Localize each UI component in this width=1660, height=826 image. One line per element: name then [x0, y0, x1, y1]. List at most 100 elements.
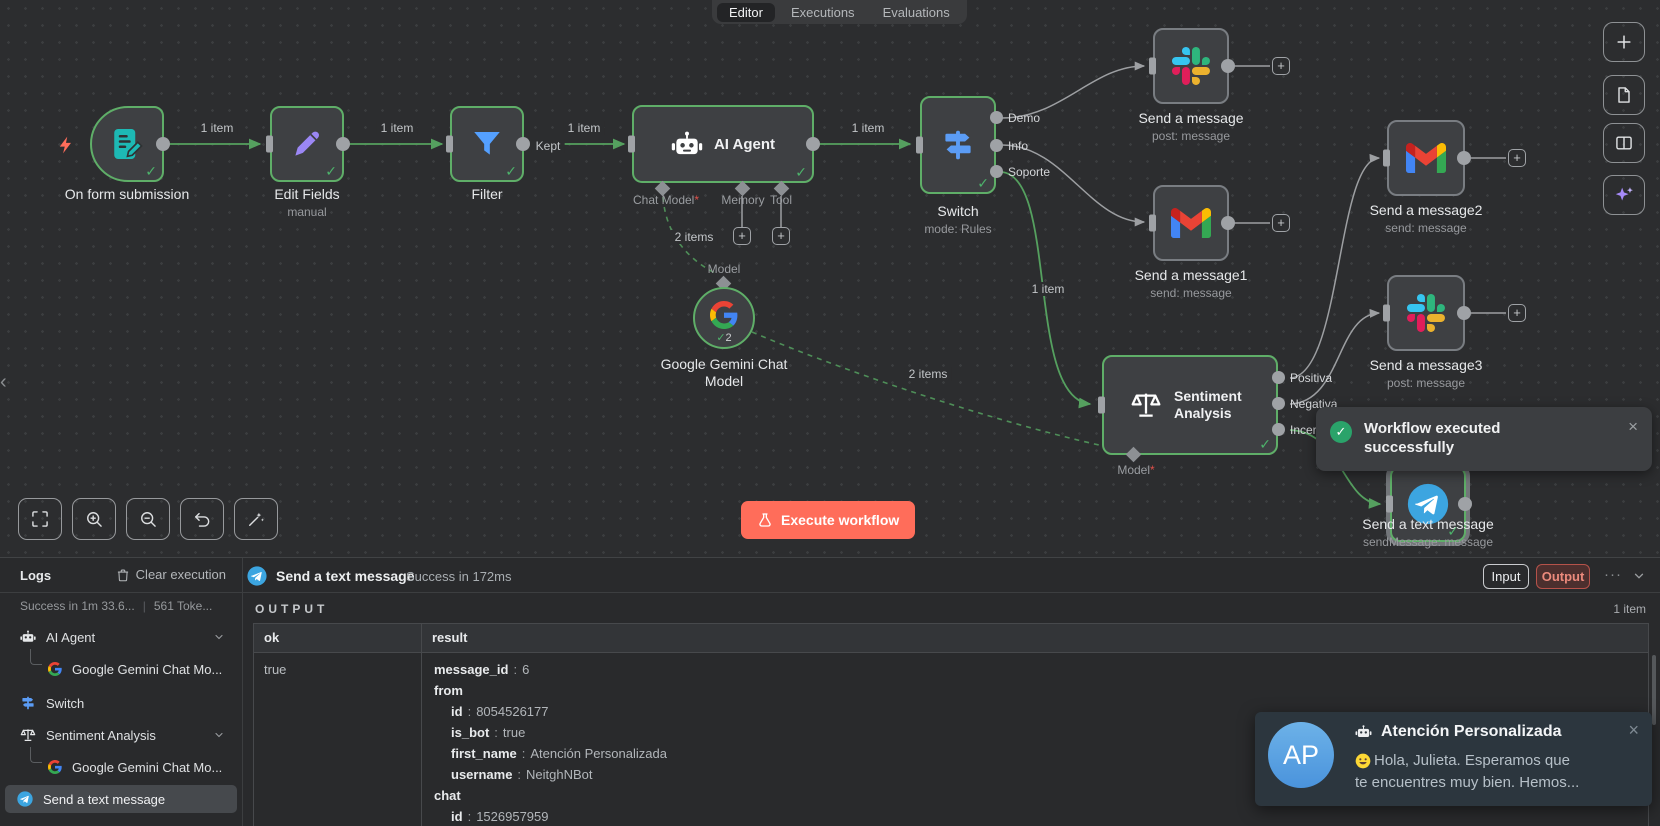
- input-connector[interactable]: [916, 136, 923, 154]
- add-node-button[interactable]: +: [1508, 149, 1526, 167]
- output-tab-button[interactable]: Output: [1536, 564, 1590, 589]
- node-switch[interactable]: [916, 96, 996, 194]
- close-icon[interactable]: ×: [1628, 720, 1639, 741]
- sticky-note-button[interactable]: [1603, 75, 1645, 115]
- add-memory-button[interactable]: +: [733, 227, 751, 245]
- input-connector[interactable]: [1149, 57, 1156, 75]
- input-connector[interactable]: [628, 135, 635, 153]
- execute-workflow-button[interactable]: Execute workflow: [741, 501, 916, 539]
- success-check-icon: ✓: [1330, 421, 1352, 443]
- output-connector-incer[interactable]: [1272, 423, 1285, 436]
- output-connector[interactable]: [1457, 306, 1471, 320]
- zoom-out-button[interactable]: [126, 498, 170, 540]
- token-count: 561 Toke...: [153, 599, 213, 613]
- log-row-gemini-2[interactable]: Google Gemini Chat Mo...: [0, 747, 243, 781]
- signpost-icon: [945, 130, 971, 160]
- zoom-to-fit-button[interactable]: [18, 498, 62, 540]
- node-edit-fields[interactable]: [266, 106, 350, 182]
- log-row-ai-agent[interactable]: AI Agent: [0, 623, 243, 651]
- add-tool-button[interactable]: +: [772, 227, 790, 245]
- node-sentiment-analysis[interactable]: Sentiment Analysis: [1098, 355, 1278, 455]
- input-connector[interactable]: [1149, 214, 1156, 232]
- trigger-bolt-icon: [59, 136, 71, 154]
- input-connector[interactable]: [1383, 149, 1390, 167]
- output-connector[interactable]: [1221, 59, 1235, 73]
- run-panel-node-title: Send a text message: [276, 568, 415, 584]
- node-send-a-message[interactable]: [1149, 28, 1235, 104]
- run-count-value: 2: [725, 332, 732, 344]
- input-connector[interactable]: [1386, 495, 1393, 513]
- more-options-icon[interactable]: [1604, 566, 1622, 583]
- output-connector[interactable]: [1221, 216, 1235, 230]
- chevron-down-icon[interactable]: [1632, 569, 1646, 583]
- output-connector-negativa[interactable]: [1272, 397, 1285, 410]
- add-node-button[interactable]: +: [1508, 304, 1526, 322]
- node-send-a-message1[interactable]: [1149, 185, 1235, 261]
- node-send-a-message2[interactable]: [1383, 120, 1471, 196]
- success-check-icon: [505, 163, 517, 180]
- output-connector[interactable]: [1457, 151, 1471, 165]
- toggle-panel-button[interactable]: [1603, 123, 1645, 163]
- output-connector[interactable]: [156, 137, 170, 151]
- node-google-gemini-chat-model[interactable]: ✓2: [693, 287, 755, 349]
- funnel-icon: [474, 131, 500, 155]
- node-filter[interactable]: [446, 106, 530, 182]
- chevron-down-icon[interactable]: [213, 729, 225, 741]
- edge-label: 1 item: [847, 121, 889, 135]
- tidy-up-button[interactable]: [234, 498, 278, 540]
- log-row-sentiment-analysis[interactable]: Sentiment Analysis: [0, 721, 243, 749]
- telegram-notification-popup[interactable]: AP Atención Personalizada × Hola, Juliet…: [1255, 712, 1652, 806]
- input-connector[interactable]: [1098, 396, 1105, 414]
- json-value: 1526957959: [476, 809, 549, 824]
- output-connector[interactable]: [1458, 497, 1472, 511]
- collapse-chevron-icon[interactable]: ‹: [0, 372, 7, 392]
- json-key: message_id: [434, 662, 509, 677]
- close-icon[interactable]: ×: [1628, 417, 1638, 437]
- log-row-gemini-1[interactable]: Google Gemini Chat Mo...: [0, 649, 243, 683]
- tree-elbow: [30, 747, 42, 763]
- result-row: first_name: Atención Personalizada: [451, 746, 667, 761]
- execution-summary: Success in 1m 33.6... | 561 Toke...: [20, 599, 212, 613]
- trash-icon: [117, 569, 128, 581]
- add-node-panel-button[interactable]: [1603, 22, 1645, 62]
- output-branch-label: Demo: [1008, 111, 1041, 125]
- input-connector[interactable]: [1383, 304, 1390, 322]
- node-ai-agent[interactable]: AI Agent: [628, 105, 820, 183]
- tab-editor[interactable]: Editor: [717, 2, 775, 22]
- edge-label: 1 item: [1027, 282, 1069, 296]
- output-connector-soporte[interactable]: [990, 165, 1003, 178]
- add-node-button[interactable]: +: [1272, 57, 1290, 75]
- output-connector[interactable]: [516, 137, 530, 151]
- zoom-in-button[interactable]: [72, 498, 116, 540]
- output-connector[interactable]: [806, 137, 820, 151]
- tab-evaluations[interactable]: Evaluations: [871, 3, 962, 22]
- scales-icon: [20, 727, 36, 743]
- scrollbar-thumb[interactable]: [1652, 655, 1656, 725]
- port-label: Memory: [721, 193, 765, 207]
- bot-icon: [1355, 725, 1372, 739]
- chevron-down-icon[interactable]: [213, 631, 225, 643]
- output-connector-positiva[interactable]: [1272, 371, 1285, 384]
- log-row-switch[interactable]: Switch: [0, 689, 243, 717]
- input-tab-button[interactable]: Input: [1483, 564, 1529, 589]
- input-connector[interactable]: [446, 135, 453, 153]
- split-panel-icon: [1616, 136, 1632, 150]
- node-on-form-submission[interactable]: [90, 106, 170, 182]
- output-connector[interactable]: [336, 137, 350, 151]
- add-node-button[interactable]: +: [1272, 214, 1290, 232]
- log-row-send-a-text-message[interactable]: Send a text message: [5, 785, 237, 813]
- json-separator: :: [521, 746, 526, 761]
- gmail-icon: [1406, 143, 1446, 173]
- tab-executions[interactable]: Executions: [779, 3, 867, 22]
- notification-message-line2: te encuentres muy bien. Hemos...: [1355, 774, 1579, 791]
- ai-assistant-button[interactable]: [1603, 175, 1645, 215]
- note-icon: [1618, 87, 1630, 103]
- undo-button[interactable]: [180, 498, 224, 540]
- clear-execution-button[interactable]: Clear execution: [116, 567, 226, 582]
- output-connector-demo[interactable]: [990, 111, 1003, 124]
- node-label: Edit Fields: [274, 186, 340, 202]
- node-send-a-message3[interactable]: [1383, 275, 1471, 351]
- input-connector[interactable]: [266, 135, 273, 153]
- output-connector-info[interactable]: [990, 139, 1003, 152]
- json-separator: :: [513, 662, 518, 677]
